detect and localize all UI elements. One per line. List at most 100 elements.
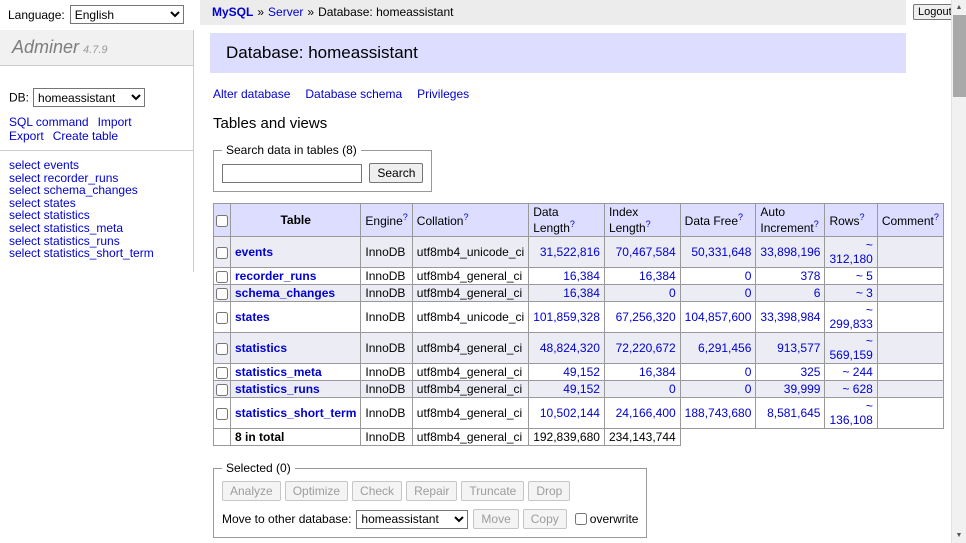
rows-link[interactable]: ~ 299,833 xyxy=(829,303,872,331)
tables-table: TableEngine?Collation?Data Length?Index … xyxy=(213,203,944,446)
index-length-link[interactable]: 16,384 xyxy=(639,365,676,379)
auto-increment-link[interactable]: 913,577 xyxy=(777,341,820,355)
overwrite-checkbox[interactable] xyxy=(575,513,587,525)
sidebar-table-link[interactable]: select statistics_meta xyxy=(9,222,193,235)
db-action-link[interactable]: Alter database xyxy=(213,87,290,101)
row-checkbox[interactable] xyxy=(216,247,228,259)
data-length-link[interactable]: 49,152 xyxy=(563,382,600,396)
row-checkbox[interactable] xyxy=(216,367,228,379)
index-length-link[interactable]: 0 xyxy=(669,382,676,396)
rows-link[interactable]: ~ 628 xyxy=(842,382,872,396)
index-length-link[interactable]: 24,166,400 xyxy=(616,406,676,420)
data-free-link[interactable]: 6,291,456 xyxy=(698,341,751,355)
breadcrumb-server-link[interactable]: Server xyxy=(268,5,303,19)
help-link[interactable]: ? xyxy=(570,219,575,229)
help-link[interactable]: ? xyxy=(646,219,651,229)
bulk-analyze-button[interactable]: Analyze xyxy=(222,481,281,501)
row-checkbox[interactable] xyxy=(216,271,228,283)
table-name-link[interactable]: schema_changes xyxy=(235,286,335,300)
bulk-repair-button[interactable]: Repair xyxy=(406,481,457,501)
index-length-link[interactable]: 67,256,320 xyxy=(616,310,676,324)
data-length-link[interactable]: 16,384 xyxy=(563,286,600,300)
help-link[interactable]: ? xyxy=(934,212,939,222)
language-select[interactable]: English xyxy=(70,5,184,24)
sidebar-link[interactable]: Export xyxy=(9,129,44,143)
scrollbar[interactable]: ▲ ▼ xyxy=(951,0,966,543)
table-name-link[interactable]: states xyxy=(235,310,270,324)
auto-increment-link[interactable]: 33,898,196 xyxy=(760,245,820,259)
scrollbar-thumb[interactable] xyxy=(953,15,966,97)
index-length-link[interactable]: 72,220,672 xyxy=(616,341,676,355)
data-length-link[interactable]: 101,859,328 xyxy=(533,310,600,324)
row-checkbox[interactable] xyxy=(216,312,228,324)
scroll-down-icon[interactable]: ▼ xyxy=(952,528,966,543)
table-name-link[interactable]: events xyxy=(235,245,273,259)
sidebar-link[interactable]: Import xyxy=(98,115,132,129)
move-db-select[interactable]: homeassistant xyxy=(356,510,468,529)
help-link[interactable]: ? xyxy=(814,219,819,229)
index-length-link[interactable]: 0 xyxy=(669,286,676,300)
bulk-truncate-button[interactable]: Truncate xyxy=(461,481,524,501)
db-label: DB: xyxy=(9,91,29,105)
db-action-link[interactable]: Database schema xyxy=(305,87,402,101)
index-length-link[interactable]: 16,384 xyxy=(639,269,676,283)
sidebar-link[interactable]: SQL command xyxy=(9,115,89,129)
rows-link[interactable]: ~ 5 xyxy=(856,269,873,283)
table-name-link[interactable]: recorder_runs xyxy=(235,269,316,283)
data-length-link[interactable]: 10,502,144 xyxy=(540,406,600,420)
data-free-link[interactable]: 104,857,600 xyxy=(685,310,752,324)
help-link[interactable]: ? xyxy=(463,212,468,222)
auto-increment-link[interactable]: 378 xyxy=(800,269,820,283)
bulk-drop-button[interactable]: Drop xyxy=(528,481,570,501)
sidebar-table-link[interactable]: select events xyxy=(9,159,193,172)
sidebar-table-link[interactable]: select statistics_short_term xyxy=(9,247,193,260)
auto-increment-link[interactable]: 6 xyxy=(814,286,821,300)
bulk-optimize-button[interactable]: Optimize xyxy=(285,481,348,501)
copy-button[interactable]: Copy xyxy=(523,509,567,529)
row-checkbox[interactable] xyxy=(216,384,228,396)
row-checkbox[interactable] xyxy=(216,408,228,420)
data-free-link[interactable]: 0 xyxy=(745,269,752,283)
auto-increment-link[interactable]: 8,581,645 xyxy=(767,406,820,420)
data-length-link[interactable]: 48,824,320 xyxy=(540,341,600,355)
rows-link[interactable]: ~ 312,180 xyxy=(829,238,872,266)
auto-increment-link[interactable]: 39,999 xyxy=(784,382,821,396)
auto-increment-link[interactable]: 33,398,984 xyxy=(760,310,820,324)
table-name-link[interactable]: statistics_short_term xyxy=(235,406,356,420)
rows-link[interactable]: ~ 3 xyxy=(856,286,873,300)
data-free-link[interactable]: 0 xyxy=(745,286,752,300)
table-name-link[interactable]: statistics_runs xyxy=(235,382,320,396)
search-input[interactable] xyxy=(222,164,362,183)
select-all-checkbox[interactable] xyxy=(216,215,228,227)
data-free-link[interactable]: 50,331,648 xyxy=(691,245,751,259)
data-length-link[interactable]: 49,152 xyxy=(563,365,600,379)
row-checkbox[interactable] xyxy=(216,288,228,300)
sidebar-link[interactable]: Create table xyxy=(53,129,118,143)
help-link[interactable]: ? xyxy=(738,212,743,222)
db-select[interactable]: homeassistant xyxy=(33,88,145,107)
table-name-link[interactable]: statistics_meta xyxy=(235,365,322,379)
data-length-link[interactable]: 16,384 xyxy=(563,269,600,283)
data-length-link[interactable]: 31,522,816 xyxy=(540,245,600,259)
data-free-link[interactable]: 0 xyxy=(745,382,752,396)
breadcrumb-mysql-link[interactable]: MySQL xyxy=(212,5,253,19)
db-action-link[interactable]: Privileges xyxy=(417,87,469,101)
sidebar-table-link[interactable]: select schema_changes xyxy=(9,184,193,197)
data-free-link[interactable]: 0 xyxy=(745,365,752,379)
sidebar-table-links: select eventsselect recorder_runsselect … xyxy=(9,159,193,260)
rows-link[interactable]: ~ 569,159 xyxy=(829,334,872,362)
table-name-link[interactable]: statistics xyxy=(235,341,287,355)
row-checkbox[interactable] xyxy=(216,343,228,355)
rows-link[interactable]: ~ 244 xyxy=(842,365,872,379)
move-button[interactable]: Move xyxy=(473,509,518,529)
bulk-check-button[interactable]: Check xyxy=(352,481,402,501)
auto-increment-link[interactable]: 325 xyxy=(800,365,820,379)
help-link[interactable]: ? xyxy=(859,212,864,222)
index-length-link[interactable]: 70,467,584 xyxy=(616,245,676,259)
app-logo: Adminer4.7.9 xyxy=(0,30,193,66)
data-free-link[interactable]: 188,743,680 xyxy=(685,406,752,420)
rows-link[interactable]: ~ 136,108 xyxy=(829,399,872,427)
search-button[interactable]: Search xyxy=(369,163,423,183)
help-link[interactable]: ? xyxy=(403,212,408,222)
scroll-up-icon[interactable]: ▲ xyxy=(952,0,966,15)
